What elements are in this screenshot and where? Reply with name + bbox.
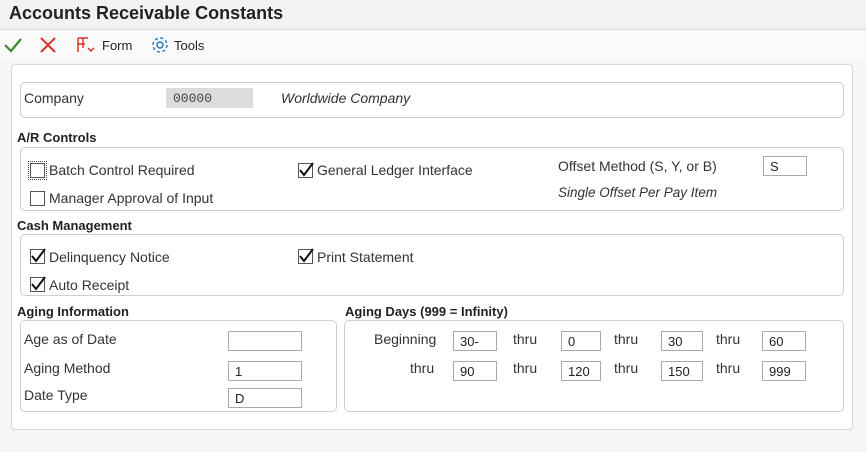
cash-management-box: Delinquency Notice Auto Receipt Print St… (20, 234, 844, 296)
x-icon (40, 37, 56, 53)
form-icon (77, 37, 95, 53)
thru-label: thru (513, 331, 538, 347)
company-field[interactable] (166, 88, 253, 108)
aging-information-heading: Aging Information (17, 304, 129, 319)
page-title: Accounts Receivable Constants (9, 3, 284, 23)
aging-days-field-4[interactable] (762, 331, 806, 351)
thru-label: thru (614, 360, 639, 376)
aging-days-field-1[interactable] (453, 331, 497, 351)
gear-icon (152, 37, 168, 53)
batch-control-checkbox[interactable] (28, 161, 47, 180)
thru-label: thru (614, 331, 639, 347)
delinquency-notice-label: Delinquency Notice (49, 249, 170, 265)
print-statement-checkbox[interactable] (298, 248, 314, 264)
offset-method-description: Single Offset Per Pay Item (558, 185, 718, 200)
thru-label: thru (716, 331, 741, 347)
ok-button[interactable] (3, 33, 23, 57)
cash-management-heading: Cash Management (17, 218, 132, 233)
thru-label: thru (716, 360, 741, 376)
date-type-label: Date Type (24, 387, 88, 403)
aging-days-field-8[interactable] (762, 361, 806, 381)
aging-information-box: Age as of Date Aging Method Date Type (20, 320, 337, 412)
form-panel: Company Worldwide Company A/R Controls B… (11, 64, 853, 430)
toolbar: Form Tools (0, 30, 866, 60)
thru-label: thru (410, 360, 435, 376)
checkmark-icon (299, 248, 314, 263)
manager-approval-checkbox[interactable] (30, 191, 45, 206)
tools-menu-button[interactable]: Tools (150, 33, 204, 57)
company-box: Company Worldwide Company (20, 82, 844, 118)
ar-controls-heading: A/R Controls (17, 130, 97, 145)
form-menu-button[interactable]: Form (76, 33, 132, 57)
ar-controls-box: Batch Control Required Manager Approval … (20, 147, 844, 211)
company-label: Company (24, 90, 84, 106)
checkmark-icon (4, 38, 22, 53)
manager-approval-label: Manager Approval of Input (49, 190, 214, 206)
aging-days-heading: Aging Days (999 = Infinity) (345, 304, 508, 319)
batch-control-label: Batch Control Required (49, 162, 195, 178)
gl-interface-checkbox[interactable] (298, 162, 314, 178)
aging-days-field-3[interactable] (661, 331, 703, 351)
aging-days-field-7[interactable] (661, 361, 703, 381)
print-statement-label: Print Statement (317, 249, 414, 265)
form-menu-label: Form (102, 37, 133, 53)
aging-days-field-2[interactable] (561, 331, 601, 351)
date-type-field[interactable] (228, 388, 302, 408)
company-name: Worldwide Company (281, 90, 411, 106)
delinquency-notice-checkbox[interactable] (30, 248, 46, 264)
auto-receipt-label: Auto Receipt (49, 277, 130, 293)
thru-label: thru (513, 360, 538, 376)
checkmark-icon (299, 162, 314, 177)
title-bar: Accounts Receivable Constants (0, 0, 866, 30)
age-as-of-date-label: Age as of Date (24, 331, 117, 347)
beginning-label: Beginning (374, 331, 437, 347)
offset-method-field[interactable] (763, 156, 807, 176)
aging-method-field[interactable] (228, 361, 302, 381)
checkmark-icon (31, 248, 46, 263)
tools-menu-label: Tools (174, 37, 205, 53)
cancel-button[interactable] (38, 33, 58, 57)
auto-receipt-checkbox[interactable] (30, 276, 46, 292)
age-as-of-date-field[interactable] (228, 331, 302, 351)
aging-days-field-5[interactable] (453, 361, 497, 381)
aging-method-label: Aging Method (24, 360, 111, 376)
aging-days-box: Beginning thru thru thru thru thru thru … (344, 320, 844, 412)
checkmark-icon (31, 276, 46, 291)
offset-method-label: Offset Method (S, Y, or B) (558, 158, 717, 174)
gl-interface-label: General Ledger Interface (317, 162, 473, 178)
aging-days-field-6[interactable] (561, 361, 601, 381)
